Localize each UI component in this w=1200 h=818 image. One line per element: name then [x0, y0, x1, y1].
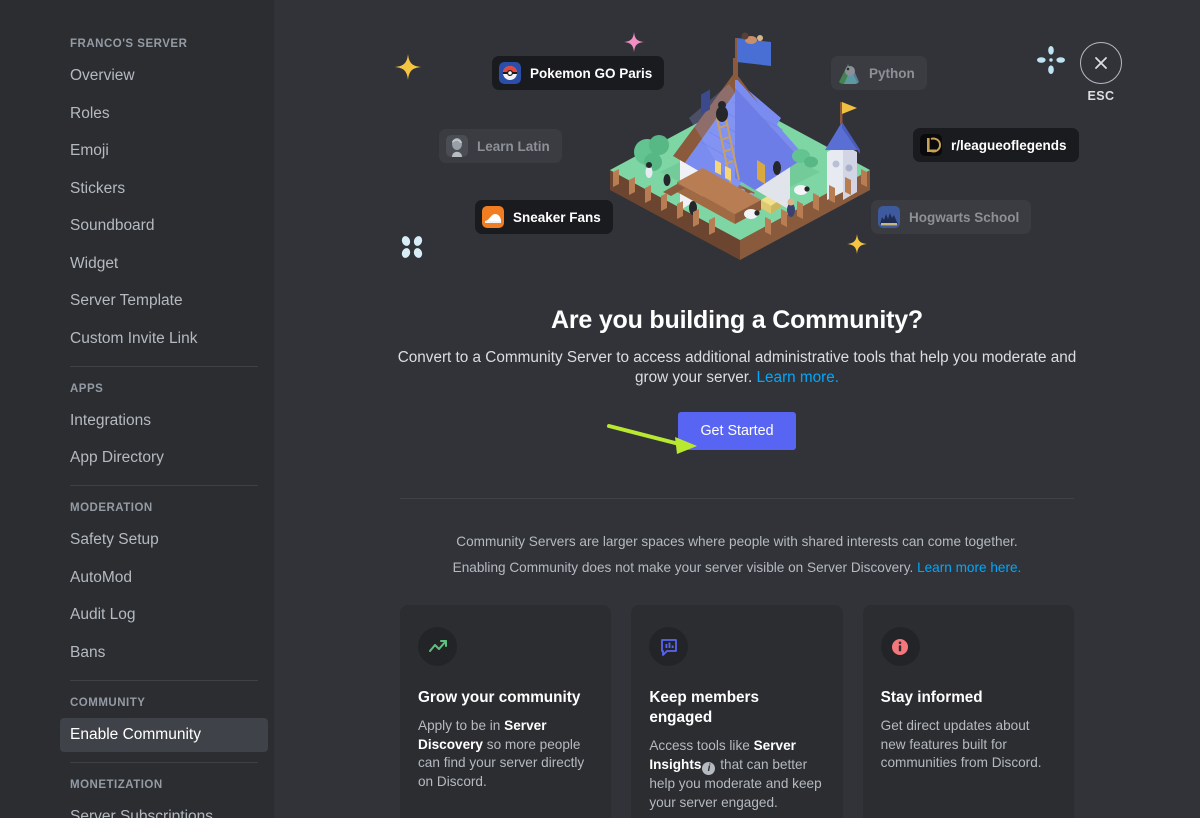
page-title: Are you building a Community? [551, 306, 923, 334]
info-line-1: Community Servers are larger spaces wher… [456, 534, 1018, 549]
close-settings-button[interactable]: ESC [1080, 42, 1122, 103]
sidebar-item-emoji[interactable]: Emoji [60, 134, 268, 168]
sidebar-item-safety-setup[interactable]: Safety Setup [60, 523, 268, 557]
promo-description-text: Convert to a Community Server to access … [397, 349, 1077, 386]
card-title: Grow your community [418, 689, 581, 706]
sidebar-item-bans[interactable]: Bans [60, 636, 268, 670]
sidebar-section-header: MODERATION [70, 502, 153, 514]
feature-card: Grow your community Apply to be in Server… [400, 605, 612, 818]
settings-sidebar: FRANCO'S SERVER Overview Roles Emoji Sticker… [0, 0, 274, 818]
sidebar-item-audit-log[interactable]: Audit Log [60, 598, 268, 632]
badge-label: Python [869, 65, 915, 81]
server-badge-sneaker-fans[interactable]: Sneaker Fans [475, 200, 613, 234]
sidebar-divider [70, 365, 258, 367]
feature-card: Keep members engaged Access tools like Se… [631, 605, 843, 818]
sidebar-item-server-template[interactable]: Server Template [60, 284, 268, 318]
close-x-glyph [1095, 57, 1107, 69]
esc-label: ESC [1087, 89, 1115, 103]
learn-more-link[interactable]: Learn more. [757, 369, 839, 386]
sidebar-item-roles[interactable]: Roles [60, 97, 268, 131]
sidebar-item-integrations[interactable]: Integrations [60, 404, 268, 438]
badge-label: Sneaker Fans [513, 209, 601, 225]
close-icon[interactable] [1080, 42, 1122, 84]
sidebar-section-header: FRANCO'S SERVER [70, 38, 188, 50]
sidebar-divider [70, 679, 258, 681]
get-started-button[interactable]: Get Started [678, 412, 796, 450]
community-promo-panel: Pokemon GO Paris Learn Latin Sneaker Fan… [387, 0, 1087, 818]
sidebar-item-enable-community[interactable]: Enable Community [60, 717, 268, 752]
sidebar-section-header: APPS [70, 382, 104, 395]
feature-card: Stay informed Get direct updates about ne… [862, 605, 1074, 818]
blue-dots-left-icon [399, 234, 425, 265]
sidebar-item-server-subscriptions[interactable]: Server Subscriptions [60, 800, 268, 818]
card-body-pre: Access tools like [649, 738, 754, 753]
sidebar-sections: FRANCO'S SERVER Overview Roles Emoji Sticker… [0, 32, 274, 818]
badge-label: r/leagueoflegends [951, 137, 1067, 153]
hero-illustration-area: Pokemon GO Paris Learn Latin Sneaker Fan… [387, 24, 1087, 286]
blue-dots-right-icon [1037, 46, 1065, 79]
python-avatar [838, 62, 860, 84]
sidebar-divider [70, 485, 258, 486]
hogwarts-avatar [878, 206, 900, 228]
sidebar-divider [70, 761, 258, 763]
sidebar-item-custom-invite-link[interactable]: Custom Invite Link [60, 322, 268, 356]
card-body: Access tools like Server Insights i that … [649, 737, 824, 812]
sidebar-section-header: MONETIZATION [70, 778, 163, 791]
server-badge-pokemon-go-paris[interactable]: Pokemon GO Paris [492, 56, 665, 90]
yellow-sparkle-left-icon [395, 54, 421, 85]
server-badge-hogwarts-school[interactable]: Hogwarts School [871, 200, 1032, 234]
server-badge-learn-latin[interactable]: Learn Latin [439, 129, 562, 163]
card-body: Apply to be in Server Discovery so more … [418, 717, 593, 791]
card-title: Stay informed [880, 689, 983, 706]
main-content: ESC Pokemon GO Paris Learn Latin Sneaker… [274, 0, 1200, 818]
badge-label: Hogwarts School [909, 209, 1020, 225]
server-badge-leagueoflegends[interactable]: r/leagueoflegends [913, 128, 1079, 162]
section-divider [400, 498, 1074, 499]
learn-more-here-link[interactable]: Learn more here. [917, 560, 1021, 575]
card-body-pre: Get direct updates about new features bu… [880, 718, 1042, 770]
sidebar-item-overview[interactable]: Overview [60, 59, 268, 93]
trending-up-icon [418, 627, 457, 666]
card-body: Get direct updates about new features bu… [881, 717, 1056, 773]
sidebar-section-header: COMMUNITY [70, 696, 146, 709]
league-of-legends-avatar [920, 134, 942, 156]
sidebar-item-soundboard[interactable]: Soundboard [60, 209, 268, 243]
server-insights-info-icon[interactable]: i [702, 762, 716, 776]
info-line-2-text: Enabling Community does not make your se… [452, 560, 914, 575]
sneaker-avatar [482, 206, 504, 228]
pokemon-go-avatar [499, 62, 521, 84]
cta-row: Get Started [387, 412, 1087, 454]
sidebar-item-stickers[interactable]: Stickers [60, 172, 268, 206]
server-badge-python[interactable]: Python [831, 56, 927, 90]
promo-description: Convert to a Community Server to access … [387, 348, 1087, 388]
card-body-pre: Apply to be in [418, 718, 505, 733]
info-line-2: Enabling Community does not make your se… [387, 555, 1087, 581]
insights-chat-icon [649, 627, 689, 666]
badge-label: Pokemon GO Paris [530, 65, 653, 81]
info-circle-icon [880, 627, 920, 666]
sidebar-item-app-directory[interactable]: App Directory [60, 441, 268, 475]
community-info-text: Community Servers are larger spaces wher… [387, 529, 1087, 581]
sidebar-item-automod[interactable]: AutoMod [60, 561, 268, 595]
card-title: Keep members engaged [649, 689, 760, 726]
badge-label: Learn Latin [477, 138, 550, 154]
feature-cards: Grow your community Apply to be in Server… [400, 605, 1074, 818]
sidebar-item-widget[interactable]: Widget [60, 247, 268, 281]
latin-bust-avatar [446, 135, 468, 157]
